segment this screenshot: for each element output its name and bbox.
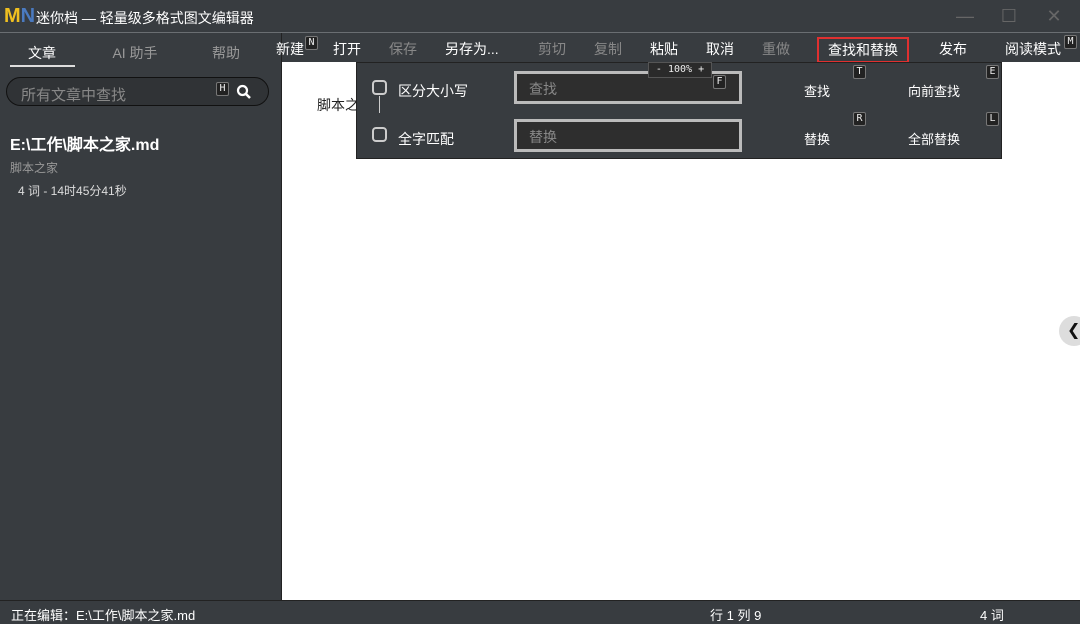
maximize-button[interactable]: ☐	[999, 6, 1019, 26]
document-title: 脚本之家	[10, 159, 58, 176]
zoom-in-button[interactable]: +	[698, 64, 704, 75]
find-previous-button[interactable]: 向前查找	[908, 81, 960, 100]
window-title: 迷你档 — 轻量级多格式图文编辑器	[36, 8, 254, 28]
editor-text[interactable]: 脚本之	[317, 95, 359, 115]
search-input[interactable]: 所有文章中查找 H	[6, 77, 269, 106]
status-words: 4 词	[980, 605, 1004, 624]
status-bar: 正在编辑：E:\工作\脚本之家.md 行 1 列 9 4 词	[0, 600, 1080, 624]
copy-button[interactable]: 复制	[594, 39, 622, 59]
document-meta: 4 词 - 14时45分41秒	[18, 182, 127, 199]
replace-all-button[interactable]: 全部替换	[908, 129, 960, 148]
shortcut-key-n: N	[305, 36, 318, 50]
minimize-button[interactable]: —	[955, 6, 975, 26]
cut-button[interactable]: 剪切	[538, 39, 566, 59]
whole-word-checkbox[interactable]	[372, 127, 387, 142]
sidebar: 文章 AI 助手 帮助 所有文章中查找 H E:\工作\脚本之家.md 脚本之家…	[0, 33, 282, 600]
connector-line	[379, 96, 380, 113]
replace-input[interactable]: 替换	[514, 119, 742, 152]
toolbar: 新建 N 打开 保存 另存为... 剪切 复制 粘贴 取消 重做 查找和替换 发…	[282, 34, 1080, 62]
document-path[interactable]: E:\工作\脚本之家.md	[10, 131, 159, 155]
whole-word-label: 全字匹配	[398, 129, 454, 149]
save-button[interactable]: 保存	[389, 39, 417, 59]
case-sensitive-label: 区分大小写	[398, 81, 468, 101]
search-placeholder: 所有文章中查找	[21, 84, 126, 105]
save-as-button[interactable]: 另存为...	[445, 39, 499, 59]
status-position: 行 1 列 9	[710, 605, 761, 624]
active-tab-underline	[10, 65, 75, 67]
status-editing: 正在编辑：E:\工作\脚本之家.md	[11, 605, 195, 624]
replace-button[interactable]: 替换	[804, 129, 830, 148]
tab-articles[interactable]: 文章	[7, 43, 77, 63]
replace-placeholder: 替换	[529, 127, 557, 147]
shortcut-key-h: H	[216, 82, 229, 96]
title-bar: MN 迷你档 — 轻量级多格式图文编辑器 — ☐ ✕	[0, 0, 1080, 33]
shortcut-key-f: F	[713, 75, 726, 89]
undo-button[interactable]: 取消	[706, 39, 734, 59]
zoom-control: - 100% +	[648, 62, 712, 78]
publish-button[interactable]: 发布	[939, 39, 967, 59]
tab-help[interactable]: 帮助	[191, 43, 261, 63]
find-placeholder: 查找	[529, 79, 557, 99]
search-icon[interactable]	[236, 84, 252, 100]
find-button[interactable]: 查找	[804, 81, 830, 100]
app-logo: MN	[4, 5, 30, 27]
shortcut-key-t: T	[853, 65, 866, 79]
reading-mode-button[interactable]: 阅读模式	[1005, 39, 1061, 59]
shortcut-key-r: R	[853, 112, 866, 126]
find-replace-button[interactable]: 查找和替换	[817, 37, 909, 63]
redo-button[interactable]: 重做	[762, 39, 790, 59]
paste-button[interactable]: 粘贴	[650, 39, 678, 59]
open-button[interactable]: 打开	[333, 39, 361, 59]
zoom-level: 100%	[668, 64, 692, 75]
shortcut-key-l: L	[986, 112, 999, 126]
shortcut-key-e: E	[986, 65, 999, 79]
case-sensitive-checkbox[interactable]	[372, 80, 387, 95]
close-button[interactable]: ✕	[1044, 6, 1064, 26]
new-button[interactable]: 新建	[276, 39, 304, 59]
shortcut-key-m: M	[1064, 35, 1077, 49]
tab-ai-assistant[interactable]: AI 助手	[100, 43, 170, 63]
zoom-out-button[interactable]: -	[656, 64, 662, 75]
